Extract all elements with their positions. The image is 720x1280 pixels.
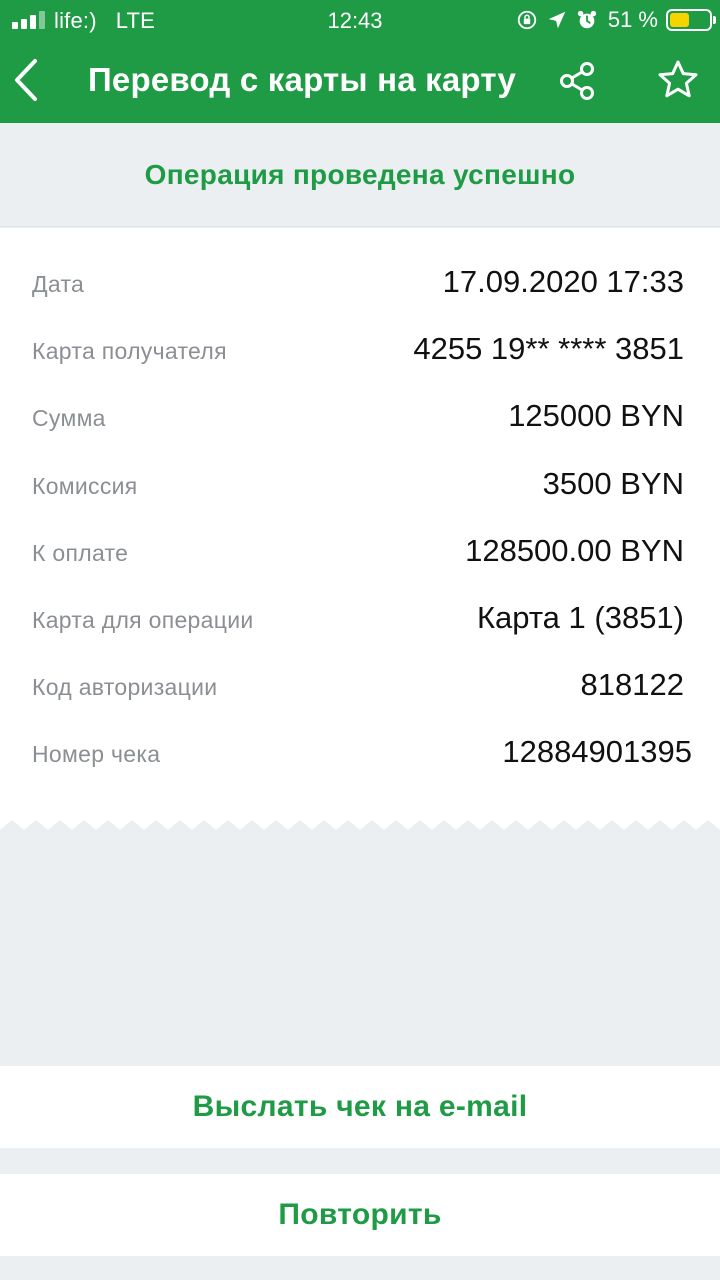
repeat-button[interactable]: Повторить — [0, 1174, 720, 1256]
orientation-lock-icon — [517, 10, 537, 30]
battery-icon — [666, 9, 716, 31]
detail-value: 17.09.2020 17:33 — [442, 264, 684, 299]
receipt-torn-edge — [0, 820, 720, 840]
detail-label: Карта для операции — [32, 607, 254, 633]
detail-value: 125000 BYN — [508, 398, 684, 433]
detail-label: Сумма — [32, 405, 106, 431]
detail-label: Код авторизации — [32, 674, 218, 700]
detail-label: К оплате — [32, 540, 129, 566]
battery-percent: 51 % — [607, 7, 658, 32]
receipt-card: Дата 17.09.2020 17:33 Карта получателя 4… — [0, 228, 720, 838]
nav-bar: Перевод с карты на карту — [0, 40, 720, 123]
detail-value: 4255 19** **** 3851 — [413, 331, 684, 366]
detail-row-total: К оплате 128500.00 BYN — [0, 525, 720, 585]
detail-row-source-card: Карта для операции Карта 1 (3851) — [0, 592, 720, 652]
star-icon — [658, 60, 698, 98]
location-arrow-icon — [548, 11, 566, 29]
detail-row-date: Дата 17.09.2020 17:33 — [0, 256, 720, 316]
detail-label: Комиссия — [32, 473, 138, 499]
detail-row-commission: Комиссия 3500 BYN — [0, 458, 720, 518]
success-banner: Операция проведена успешно — [0, 123, 720, 227]
detail-row-receipt-number: Номер чека 12884901395 — [0, 726, 720, 786]
share-icon — [560, 62, 594, 100]
page-title: Перевод с карты на карту — [88, 61, 517, 98]
detail-label: Дата — [32, 271, 85, 297]
detail-row-amount: Сумма 125000 BYN — [0, 390, 720, 450]
success-message: Операция проведена успешно — [144, 158, 576, 190]
detail-value: 12884901395 — [502, 734, 692, 769]
detail-label: Карта получателя — [32, 338, 227, 364]
detail-label: Номер чека — [32, 741, 161, 767]
send-receipt-email-button[interactable]: Выслать чек на e-mail — [0, 1066, 720, 1148]
status-bar: life:) LTE 12:43 51 % — [0, 0, 720, 40]
alarm-icon — [577, 10, 597, 29]
detail-row-auth-code: Код авторизации 818122 — [0, 659, 720, 719]
detail-value: 128500.00 BYN — [465, 533, 684, 568]
share-button[interactable] — [556, 60, 598, 102]
app-header: life:) LTE 12:43 51 % Перевод с карты на… — [0, 0, 720, 123]
detail-value: Карта 1 (3851) — [476, 600, 684, 635]
back-button[interactable] — [4, 50, 48, 110]
favorite-button[interactable] — [656, 58, 700, 102]
detail-row-recipient-card: Карта получателя 4255 19** **** 3851 — [0, 323, 720, 383]
detail-value: 818122 — [580, 667, 684, 702]
detail-value: 3500 BYN — [542, 466, 684, 501]
status-icons: 51 % — [516, 6, 716, 34]
battery-fill — [670, 13, 689, 27]
chevron-left-icon — [15, 59, 37, 101]
